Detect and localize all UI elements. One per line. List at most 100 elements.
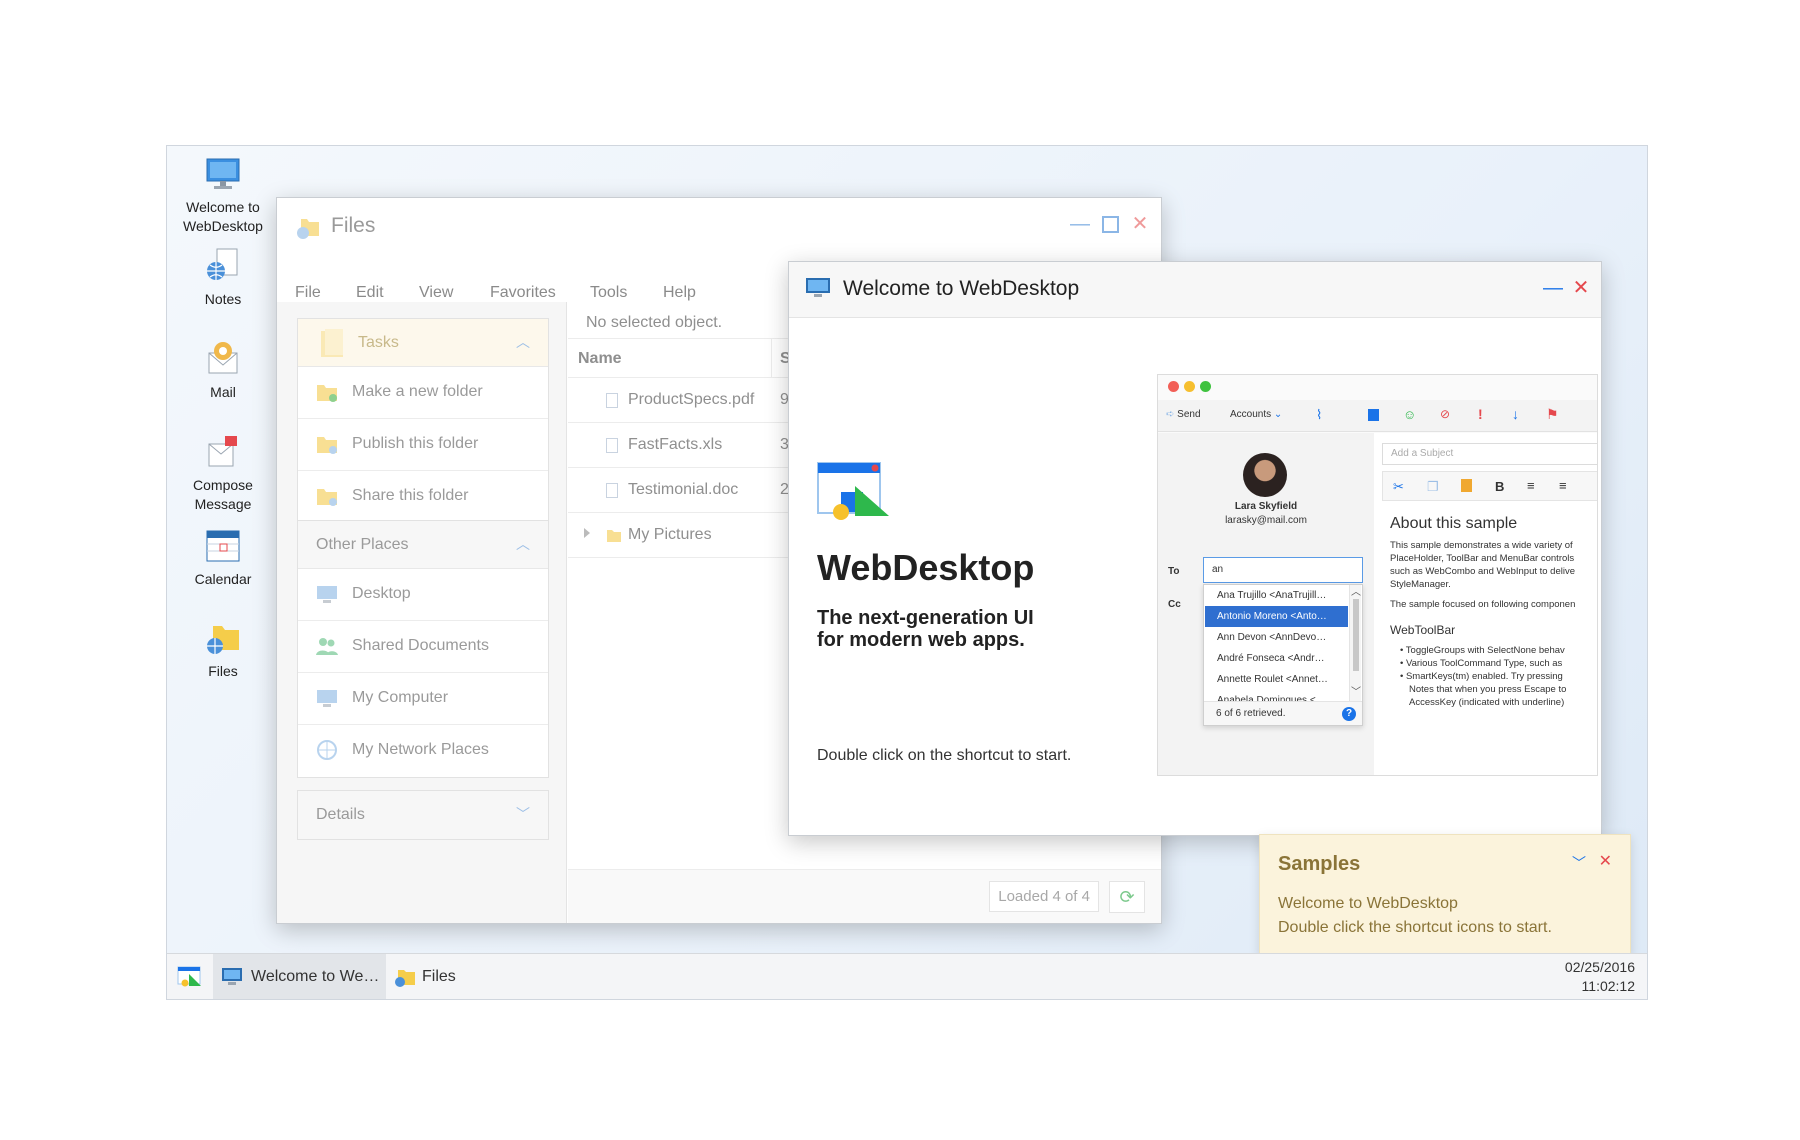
- welcome-titlebar[interactable]: Welcome to WebDesktop — ✕: [789, 262, 1601, 318]
- files-titlebar[interactable]: Files — ✕: [277, 198, 1161, 254]
- help-icon: ?: [1342, 707, 1356, 721]
- list-item: Notes that when you press Escape to: [1409, 684, 1567, 695]
- file-name: ProductSpecs.pdf: [628, 391, 755, 408]
- tasks-header[interactable]: Tasks ︿: [298, 319, 548, 367]
- start-hint: Double click on the shortcut to start.: [817, 747, 1072, 764]
- folder-icon: [607, 530, 621, 542]
- shortcut-mail[interactable]: Mail: [173, 339, 273, 402]
- file-icon: [606, 483, 618, 498]
- refresh-button[interactable]: ⟳: [1109, 881, 1145, 913]
- samples-notification[interactable]: Samples ﹀ ✕ Welcome to WebDesktop Double…: [1259, 834, 1631, 956]
- taskbar-label: Files: [422, 968, 456, 985]
- low-priority-icon: ↓: [1512, 406, 1519, 422]
- align-left-icon: ≡: [1527, 478, 1535, 493]
- menu-view[interactable]: View: [419, 284, 453, 302]
- minimize-button[interactable]: —: [1543, 277, 1563, 299]
- toolbar-section-title: WebToolBar: [1390, 623, 1456, 637]
- list-item: AccessKey (indicated with underline): [1409, 697, 1565, 708]
- expand-arrow-icon[interactable]: [584, 528, 590, 538]
- place-label: Desktop: [352, 585, 411, 602]
- list-item: • ToggleGroups with SelectNone behav: [1400, 645, 1565, 656]
- close-button[interactable]: ✕: [1130, 213, 1150, 235]
- publish-folder-icon: [317, 437, 337, 454]
- task-new-folder[interactable]: Make a new folder: [298, 367, 548, 419]
- maximize-button[interactable]: [1100, 214, 1120, 234]
- column-name[interactable]: Name: [578, 350, 622, 368]
- chevron-up-icon[interactable]: ︿: [516, 332, 530, 352]
- chevron-down-icon[interactable]: ﹀: [1572, 853, 1586, 873]
- tasks-panel: Tasks ︿ Make a new folder Publish this f…: [297, 318, 549, 524]
- product-heading: WebDesktop: [817, 547, 1035, 588]
- place-my-computer[interactable]: My Computer: [298, 673, 548, 725]
- taskbar-item-welcome[interactable]: Welcome to We…: [213, 954, 386, 999]
- desktop-icon: [317, 586, 337, 603]
- share-folder-icon: [317, 489, 337, 506]
- webdesktop-logo: [817, 462, 889, 520]
- other-places-title: Other Places: [316, 536, 409, 553]
- taskbar-item-files[interactable]: Files: [386, 954, 466, 999]
- monitor-icon: [222, 968, 242, 985]
- place-shared-documents[interactable]: Shared Documents: [298, 621, 548, 673]
- menu-favorites[interactable]: Favorites: [490, 284, 556, 302]
- bold-icon: B: [1495, 479, 1505, 494]
- menu-help[interactable]: Help: [663, 284, 696, 302]
- list-item: Antonio Moreno <Anto…: [1205, 606, 1348, 627]
- new-folder-icon: [317, 385, 337, 402]
- files-footer: Loaded 4 of 4 ⟳: [568, 869, 1161, 923]
- minimize-button[interactable]: —: [1070, 213, 1090, 235]
- shortcut-label: Calendar: [194, 571, 252, 587]
- shortcut-compose[interactable]: Compose Message: [173, 432, 273, 514]
- cc-label: Cc: [1168, 599, 1181, 610]
- list-item: Ann Devon <AnnDevo…: [1217, 632, 1327, 643]
- start-button[interactable]: [167, 954, 213, 999]
- sample-screenshot: ➪ Send Accounts ⌄ ⌇ ☺ ⊘ ! ↓ ⚑ Lara Skyfi…: [1157, 374, 1598, 776]
- list-item: André Fonseca <Andr…: [1217, 653, 1325, 664]
- shortcut-calendar[interactable]: Calendar: [173, 526, 273, 589]
- place-network[interactable]: My Network Places: [298, 725, 548, 777]
- shortcut-label: Notes: [204, 291, 242, 307]
- about-text: This sample demonstrates a wide variety …: [1390, 540, 1576, 610]
- chevron-down-icon[interactable]: ﹀: [516, 804, 530, 824]
- close-button[interactable]: ✕: [1571, 277, 1591, 299]
- other-places-header[interactable]: Other Places ︿: [298, 521, 548, 569]
- notification-title: Samples: [1278, 853, 1361, 875]
- menu-edit[interactable]: Edit: [356, 284, 384, 302]
- shortcut-label: Mail: [210, 384, 236, 400]
- welcome-window[interactable]: Welcome to WebDesktop — ✕ WebDesktop The…: [788, 261, 1602, 836]
- task-share-folder[interactable]: Share this folder: [298, 471, 548, 523]
- mock-window-dots: [1168, 381, 1211, 395]
- shortcut-files[interactable]: Files: [173, 618, 273, 681]
- notification-line-1: Welcome to WebDesktop: [1278, 895, 1458, 912]
- user-check-icon: ☺: [1403, 407, 1417, 422]
- details-header[interactable]: Details ﹀: [298, 791, 548, 839]
- list-item: • Various ToolCommand Type, such as: [1400, 658, 1563, 669]
- list-item: Anabela Dominques <: [1217, 695, 1316, 701]
- close-icon[interactable]: ✕: [1599, 851, 1612, 871]
- task-label: Share this folder: [352, 487, 469, 504]
- selection-status: No selected object.: [586, 314, 723, 331]
- cut-icon: ✂: [1393, 479, 1404, 494]
- monitor-icon: [806, 278, 830, 297]
- task-label: Publish this folder: [352, 435, 479, 452]
- mail-icon: [208, 342, 238, 374]
- to-label: To: [1168, 566, 1180, 577]
- book-icon: [1368, 409, 1379, 421]
- chevron-up-icon[interactable]: ︿: [516, 534, 530, 554]
- shortcut-label: Compose Message: [193, 477, 253, 512]
- place-desktop[interactable]: Desktop: [298, 569, 548, 621]
- loaded-status: Loaded 4 of 4: [989, 881, 1099, 912]
- taskbar-label: Welcome to We…: [251, 968, 380, 985]
- task-publish-folder[interactable]: Publish this folder: [298, 419, 548, 471]
- list-item: Annette Roulet <Annet…: [1217, 674, 1328, 685]
- scroll-up-icon: ︿: [1351, 587, 1361, 598]
- menu-file[interactable]: File: [295, 284, 321, 302]
- subject-input: Add a Subject: [1382, 443, 1597, 465]
- monitor-icon: [206, 158, 240, 189]
- shortcut-welcome[interactable]: Welcome to WebDesktop: [173, 154, 273, 236]
- tagline-line-1: The next-generation UI: [817, 607, 1034, 629]
- task-folder-icon: [321, 329, 343, 357]
- list-item: • SmartKeys(tm) enabled. Try pressing: [1400, 671, 1563, 682]
- shortcut-notes[interactable]: Notes: [173, 246, 273, 309]
- menu-tools[interactable]: Tools: [590, 284, 627, 302]
- clock-date: 02/25/2016: [1564, 959, 1635, 975]
